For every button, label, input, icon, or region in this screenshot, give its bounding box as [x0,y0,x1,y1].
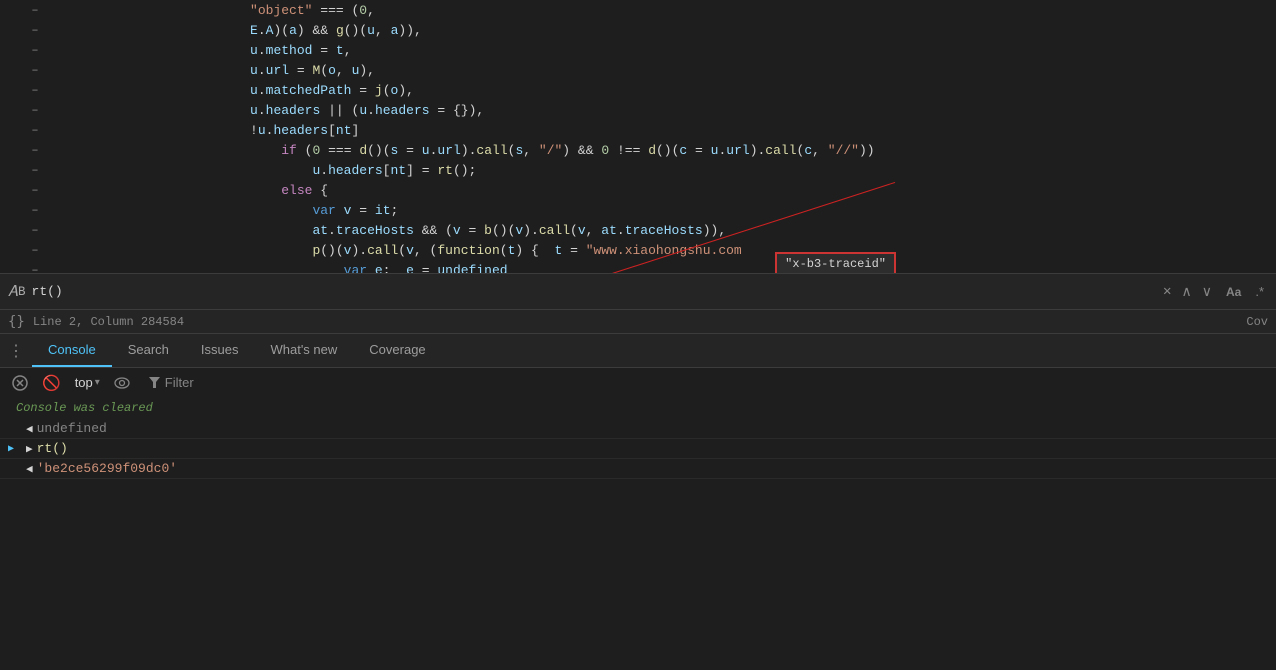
status-bar: {} Line 2, Column 284584 Cov [0,309,1276,333]
line-gutter: – [0,163,70,177]
console-value-string: 'be2ce56299f09dc0' [37,461,177,476]
devtools-menu-button[interactable]: ⋮ [0,334,32,367]
line-content: if (0 === d()(s = u.url).call(s, "/") &&… [90,143,1276,158]
code-lines: – "object" === (0,– E.A)(a) && g()(u, a)… [0,0,1276,273]
coverage-label: Cov [1246,315,1268,329]
code-line: – if (0 === d()(s = u.url).call(s, "/") … [0,140,1276,160]
console-cleared-message: Console was cleared [0,397,1276,419]
line-gutter: – [0,183,70,197]
code-line: – "object" === (0, [0,0,1276,20]
code-line: – at.traceHosts && (v = b()(v).call(v, a… [0,220,1276,240]
line-gutter: – [0,23,70,37]
search-module-icon: 𝐴B [8,283,26,301]
code-line: – u.matchedPath = j(o), [0,80,1276,100]
line-content: u.headers[nt] = rt(); [90,163,1276,178]
code-editor: – "object" === (0,– E.A)(a) && g()(u, a)… [0,0,1276,273]
output-arrow-string: ◀ [26,462,33,476]
line-content: E.A)(a) && g()(u, a)), [90,23,1276,38]
tab-coverage[interactable]: Coverage [353,334,441,367]
line-content: u.matchedPath = j(o), [90,83,1276,98]
clear-console-button[interactable] [8,373,32,393]
code-line: – else { [0,180,1276,200]
search-input[interactable] [32,284,1158,299]
line-content: u.method = t, [90,43,1276,58]
line-gutter: – [0,243,70,257]
input-arrow-rt: ▶ [26,442,33,456]
search-bar: 𝐴B ✕ ∧ ∨ Aa .* [0,273,1276,309]
line-content: var v = it; [90,203,1276,218]
line-content: !u.headers[nt] [90,123,1276,138]
console-value-rt: rt() [37,441,68,456]
code-line: – u.method = t, [0,40,1276,60]
line-content: u.url = M(o, u), [90,63,1276,78]
no-entry-button[interactable]: 🚫 [38,372,65,394]
code-line: – var v = it; [0,200,1276,220]
search-clear-button[interactable]: ✕ [1163,283,1171,300]
code-line: – var e; e = undefined [0,260,1276,273]
line-gutter: – [0,103,70,117]
expand-icon-string [8,462,22,476]
output-arrow-undefined: ◀ [26,422,33,436]
regex-button[interactable]: .* [1251,282,1268,301]
code-line: – u.headers[nt] = rt(); [0,160,1276,180]
match-case-button[interactable]: Aa [1222,283,1245,301]
line-gutter: – [0,83,70,97]
console-entry-string: ◀ 'be2ce56299f09dc0' [0,459,1276,479]
tab-console[interactable]: Console [32,334,112,367]
code-line: – !u.headers[nt] [0,120,1276,140]
annotation-text: "x-b3-traceid" [785,257,886,271]
tab-issues[interactable]: Issues [185,334,255,367]
dropdown-arrow-icon: ▾ [95,377,100,388]
status-bracket-icon: {} [8,314,25,330]
tab-search[interactable]: Search [112,334,185,367]
filter-label: Filter [165,375,194,390]
line-content: else { [90,183,1276,198]
line-gutter: – [0,223,70,237]
line-gutter: – [0,63,70,77]
search-prev-button[interactable]: ∧ [1177,281,1195,302]
code-line: – p()(v).call(v, (function(t) { t = "www… [0,240,1276,260]
code-line: – u.headers || (u.headers = {}), [0,100,1276,120]
line-gutter: – [0,123,70,137]
expand-icon-undefined [8,422,22,436]
console-toolbar: 🚫 top ▾ Filter [0,367,1276,397]
code-line: – u.url = M(o, u), [0,60,1276,80]
line-content: u.headers || (u.headers = {}), [90,103,1276,118]
search-next-button[interactable]: ∨ [1198,281,1216,302]
search-navigation: ∧ ∨ [1177,281,1216,302]
devtools-tabs: ⋮ Console Search Issues What's new Cover… [0,333,1276,367]
status-position: Line 2, Column 284584 [33,315,1239,329]
context-dropdown[interactable]: top ▾ [71,373,104,392]
line-gutter: – [0,263,70,273]
context-label: top [75,375,93,390]
line-gutter: – [0,43,70,57]
tab-whats-new[interactable]: What's new [254,334,353,367]
annotation-tooltip: "x-b3-traceid" [775,252,896,273]
line-gutter: – [0,143,70,157]
console-entry-rt[interactable]: ▶ ▶ rt() [0,439,1276,459]
code-line: – E.A)(a) && g()(u, a)), [0,20,1276,40]
expand-icon-rt[interactable]: ▶ [8,442,22,456]
console-entry-undefined: ◀ undefined [0,419,1276,439]
line-content: at.traceHosts && (v = b()(v).call(v, at.… [90,223,1276,238]
line-content: "object" === (0, [90,3,1276,18]
console-value-undefined: undefined [37,421,107,436]
filter-button[interactable]: Filter [140,373,202,392]
line-content: p()(v).call(v, (function(t) { t = "www.x… [90,243,1276,258]
line-content: var e; e = undefined [90,263,1276,274]
line-gutter: – [0,203,70,217]
line-gutter: – [0,3,70,17]
console-output: Console was cleared ◀ undefined ▶ ▶ rt()… [0,397,1276,670]
live-expressions-button[interactable] [110,374,134,392]
